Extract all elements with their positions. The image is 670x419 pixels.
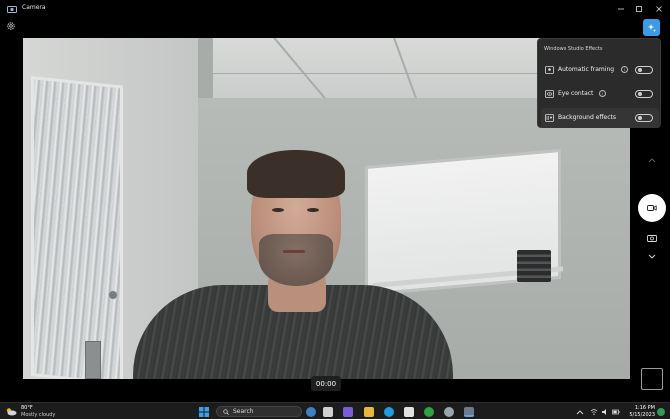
info-icon[interactable]: i [599, 90, 606, 97]
microsoft-store-icon[interactable] [404, 407, 414, 417]
paper-holder-image-region [517, 250, 551, 282]
minimize-button[interactable] [612, 0, 630, 18]
wifi-icon[interactable] [590, 408, 598, 416]
effect-row-automatic-framing[interactable]: Automatic framing i [541, 60, 659, 80]
chevron-down-icon [648, 254, 656, 259]
clock-date[interactable]: 5/15/2023 [627, 412, 655, 418]
clock-time[interactable]: 1:16 PM [631, 405, 655, 411]
mode-up-button[interactable] [645, 155, 659, 165]
windows-start-icon[interactable] [199, 407, 209, 417]
recording-timer: 00:00 [311, 376, 341, 391]
weather-description: Mostly cloudy [21, 412, 56, 418]
gear-icon [7, 22, 15, 30]
settings-button[interactable] [4, 19, 18, 33]
info-icon[interactable]: i [621, 66, 628, 73]
close-icon [656, 6, 662, 12]
automatic-framing-toggle[interactable] [635, 66, 653, 74]
edge-browser-icon[interactable] [384, 407, 394, 417]
background-effects-icon [545, 114, 554, 122]
minimize-icon [618, 8, 624, 10]
last-capture-thumbnail[interactable] [641, 368, 663, 390]
mode-down-button[interactable] [645, 252, 659, 262]
video-camera-icon [647, 205, 657, 211]
camera-app-icon [7, 6, 17, 13]
chevron-up-icon [648, 158, 656, 163]
settings-app-icon[interactable] [444, 407, 454, 417]
chevron-up-tray-icon[interactable] [576, 408, 584, 416]
notification-badge-icon[interactable] [657, 408, 665, 416]
taskbar-search[interactable]: Search [216, 406, 302, 417]
close-button[interactable] [650, 0, 668, 18]
effect-row-background-effects[interactable]: Background effects [541, 108, 659, 128]
effect-label: Background effects [558, 114, 616, 121]
battery-icon[interactable] [612, 408, 620, 416]
window-title: Camera [22, 4, 46, 11]
copilot-icon[interactable] [306, 407, 316, 417]
taskbar: 80°F Mostly cloudy Search 1:16 PM 5/15/2… [0, 402, 670, 419]
record-video-button[interactable] [638, 194, 666, 222]
search-icon [223, 409, 229, 415]
weather-temperature: 80°F [21, 405, 33, 411]
studio-effects-panel: Windows Studio Effects Automatic framing… [537, 38, 661, 128]
photo-mode-button[interactable] [645, 232, 659, 244]
cloud-sun-icon [6, 408, 17, 416]
framing-icon [545, 66, 554, 74]
eye-contact-icon [545, 90, 554, 98]
effect-label: Automatic framing [558, 66, 615, 73]
chat-icon[interactable] [343, 407, 353, 417]
xbox-icon[interactable] [424, 407, 434, 417]
volume-icon[interactable] [601, 408, 609, 416]
camera-taskbar-icon[interactable] [464, 407, 474, 417]
maximize-icon [636, 6, 642, 12]
title-bar: Camera [0, 0, 670, 18]
file-explorer-icon[interactable] [364, 407, 374, 417]
effect-label: Eye contact [558, 90, 594, 97]
person-image-region [133, 150, 453, 379]
task-view-icon[interactable] [323, 407, 333, 417]
panel-title: Windows Studio Effects [544, 46, 603, 52]
effect-row-eye-contact[interactable]: Eye contact i [541, 84, 659, 104]
camera-icon [647, 235, 657, 242]
sparkle-effects-icon [647, 23, 656, 32]
camera-app-window: Camera 00:00 Windows Studio Effects Auto… [0, 0, 670, 402]
eye-contact-toggle[interactable] [635, 90, 653, 98]
background-effects-toggle[interactable] [635, 114, 653, 122]
maximize-button[interactable] [630, 0, 648, 18]
search-placeholder: Search [233, 408, 254, 415]
studio-effects-button[interactable] [643, 19, 660, 36]
